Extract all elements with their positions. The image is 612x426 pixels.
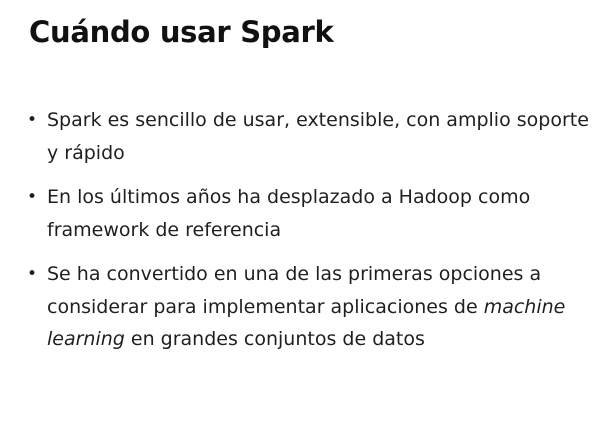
bullet-item: • Se ha convertido en una de las primera… <box>27 258 592 356</box>
bullet-text-after: en grandes conjuntos de datos <box>124 328 425 350</box>
bullet-item: • En los últimos años ha desplazado a Ha… <box>27 181 592 246</box>
slide: Cuándo usar Spark • Spark es sencillo de… <box>0 0 612 426</box>
bullet-text: Se ha convertido en una de las primeras … <box>47 263 565 350</box>
bullet-point-icon: • <box>27 110 38 130</box>
bullet-list: • Spark es sencillo de usar, extensible,… <box>27 104 592 368</box>
slide-title: Cuándo usar Spark <box>29 15 334 49</box>
bullet-point-icon: • <box>27 264 38 284</box>
bullet-text: Spark es sencillo de usar, extensible, c… <box>47 109 589 164</box>
bullet-text: En los últimos años ha desplazado a Hado… <box>47 186 531 241</box>
bullet-item: • Spark es sencillo de usar, extensible,… <box>27 104 592 169</box>
bullet-point-icon: • <box>27 187 38 207</box>
bullet-text-before: Se ha convertido en una de las primeras … <box>47 263 542 318</box>
